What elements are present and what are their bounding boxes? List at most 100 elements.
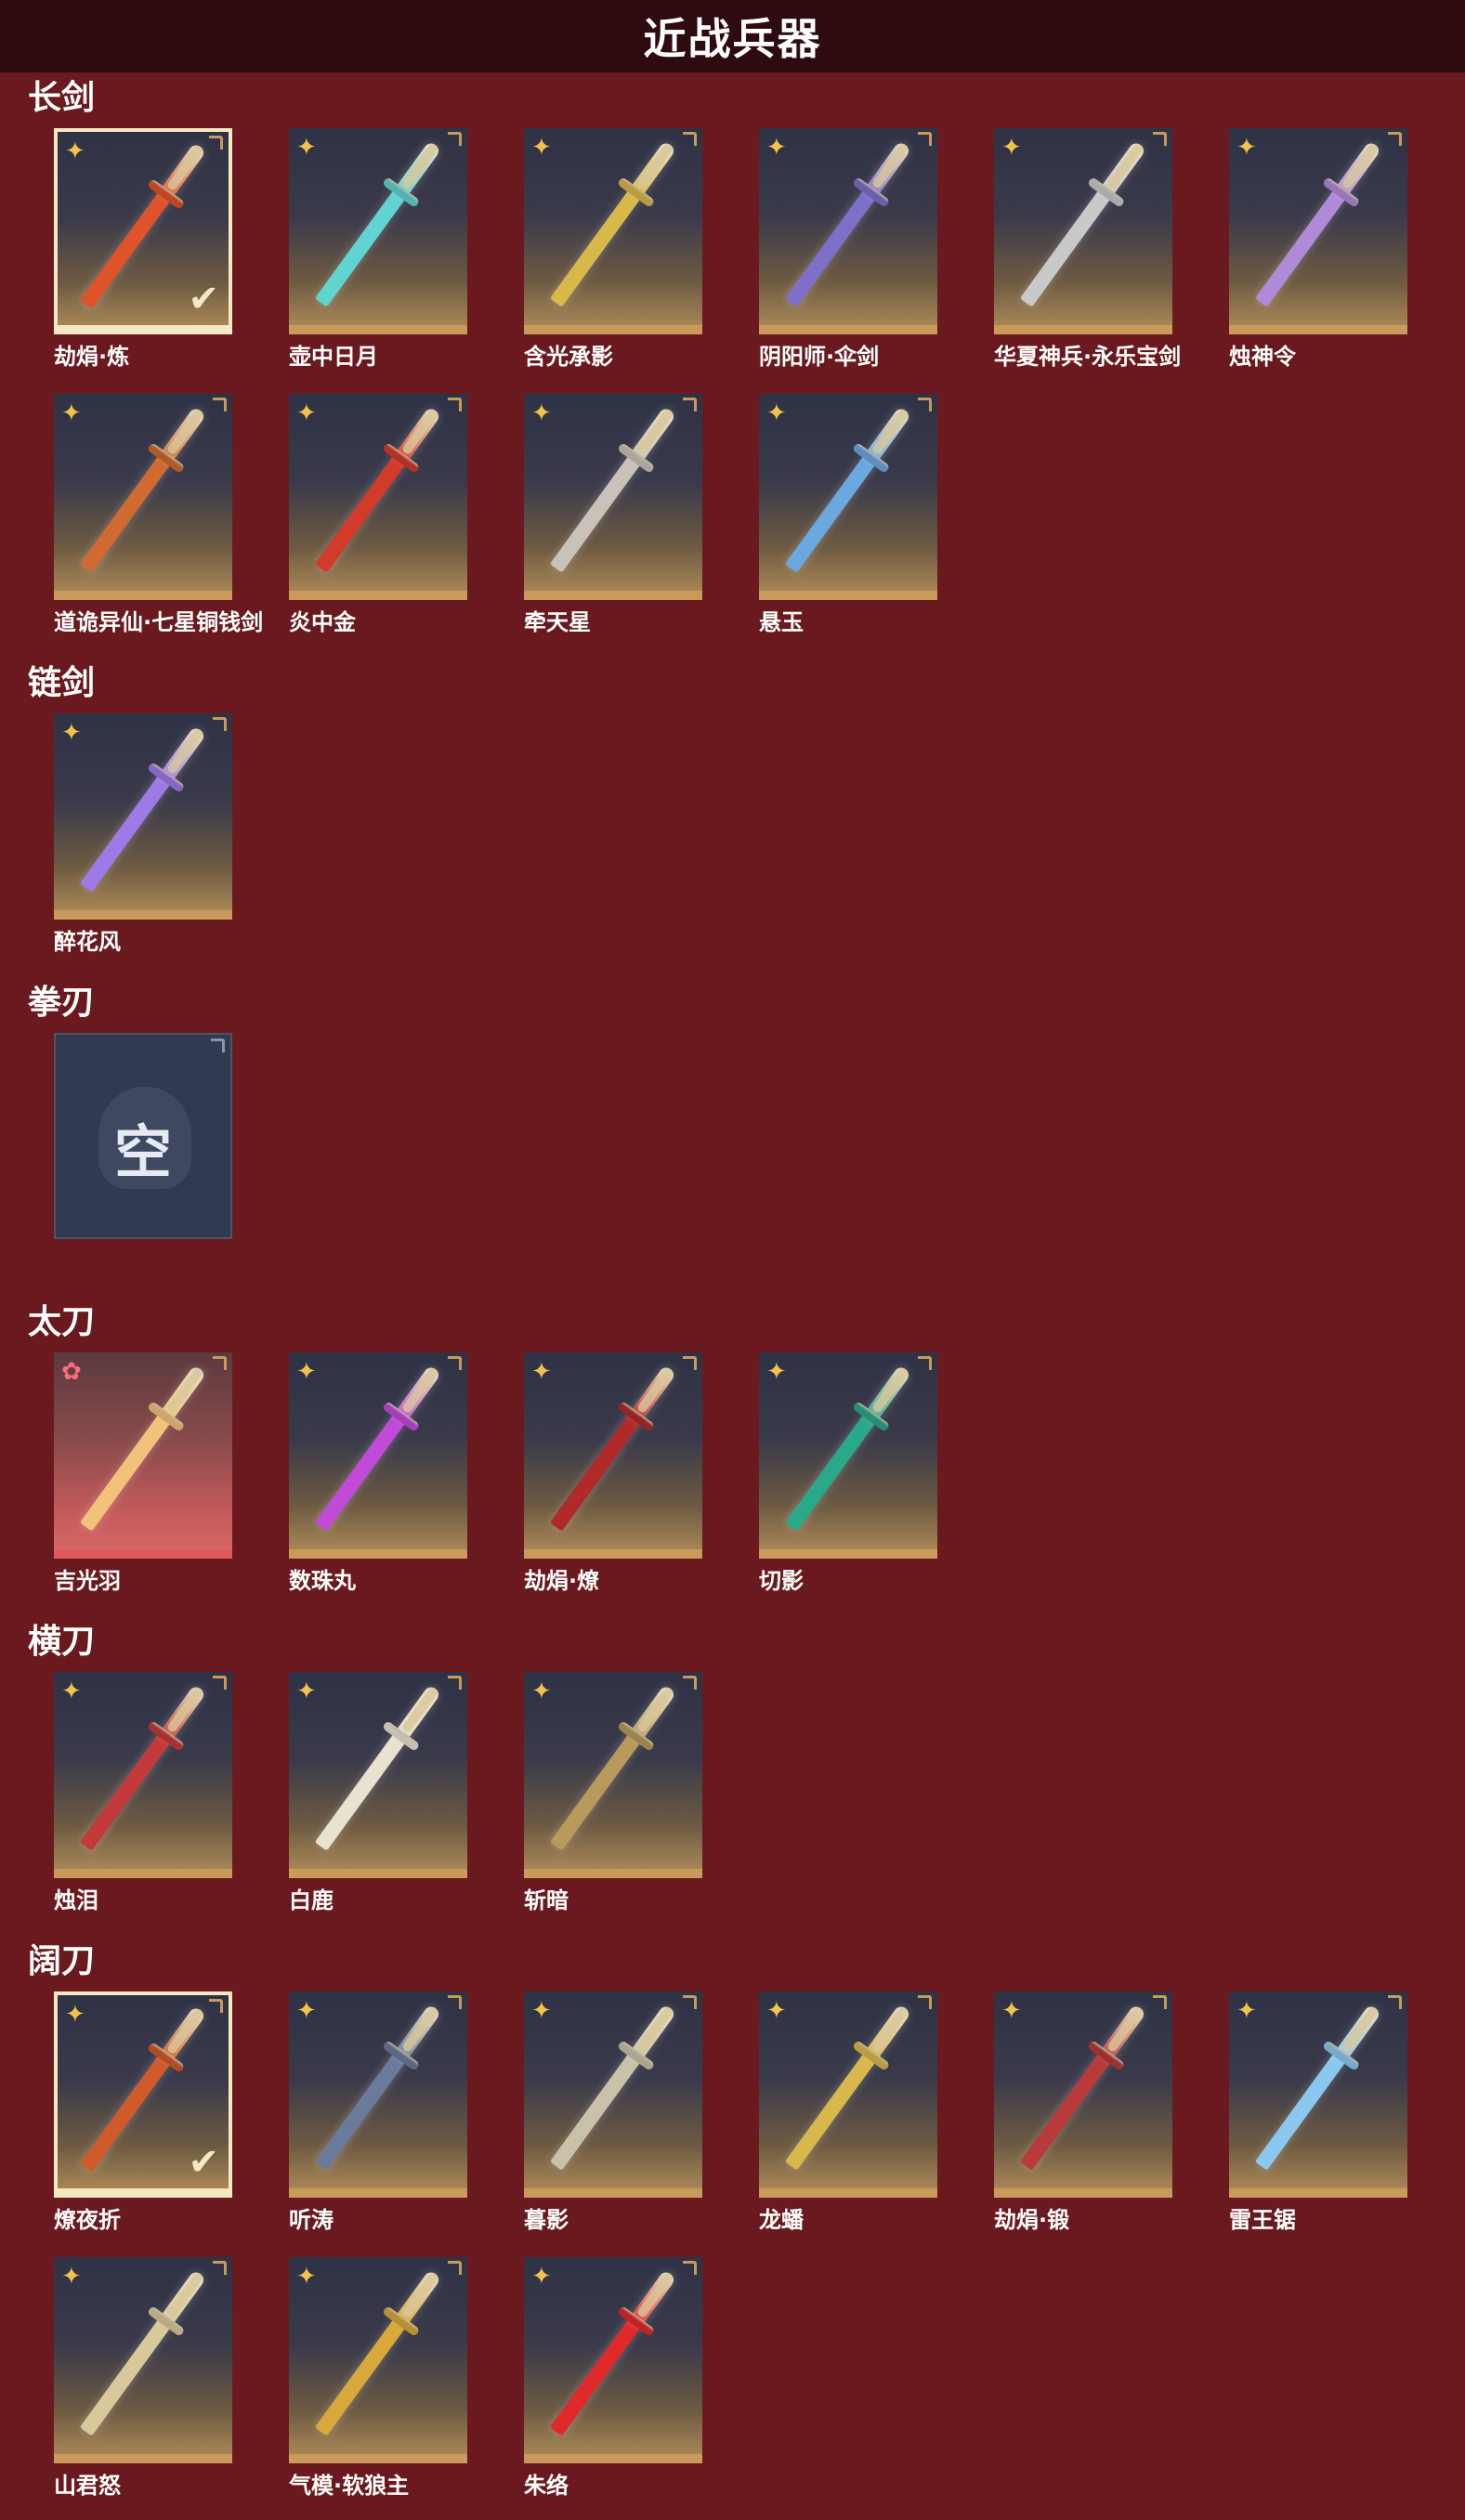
- weapon-name: 朱络: [524, 2473, 569, 2499]
- empty-slot-text: 空: [113, 1118, 172, 1186]
- weapon-card[interactable]: ✦: [759, 1352, 937, 1559]
- star-rarity-icon: ✦: [296, 2263, 317, 2291]
- weapon-item[interactable]: ✦ ✔ 劫焆·炼: [54, 128, 286, 370]
- weapon-item[interactable]: ✦ ✔ 燎夜折: [54, 1991, 286, 2233]
- weapon-item[interactable]: ✦ 白鹿: [289, 1672, 521, 1913]
- weapon-card[interactable]: ✿: [54, 1352, 232, 1559]
- weapon-item[interactable]: ✦ 切影: [759, 1352, 991, 1594]
- weapon-card[interactable]: ✦: [524, 1352, 702, 1559]
- weapon-name: 雷王锯: [1229, 2207, 1296, 2233]
- weapon-item[interactable]: ✦ 暮影: [524, 1991, 756, 2233]
- weapon-card[interactable]: ✦: [289, 1352, 467, 1559]
- weapon-card[interactable]: ✦: [524, 2257, 702, 2463]
- weapon-card[interactable]: ✦: [759, 1991, 937, 2198]
- weapon-item[interactable]: ✦ 牵天星: [524, 394, 756, 635]
- weapon-card[interactable]: ✦: [759, 394, 937, 600]
- weapon-card[interactable]: ✦: [289, 1672, 467, 1878]
- page-title: 近战兵器: [643, 14, 822, 64]
- weapon-item[interactable]: ✦ 劫焆·锻: [994, 1991, 1226, 2233]
- weapon-card[interactable]: ✦ ✔: [54, 1991, 232, 2198]
- empty-slot-card[interactable]: 空: [54, 1033, 232, 1239]
- empty-weapon-slot[interactable]: 空: [54, 1033, 286, 1270]
- star-rarity-icon: ✦: [531, 399, 552, 427]
- weapon-card[interactable]: ✦: [759, 128, 937, 334]
- weapon-item[interactable]: ✦ 含光承影: [524, 128, 756, 370]
- star-rarity-icon: ✦: [296, 1997, 317, 2025]
- weapon-item[interactable]: ✦ 炎中金: [289, 394, 521, 635]
- weapon-item[interactable]: ✦ 听涛: [289, 1991, 521, 2233]
- weapon-card[interactable]: ✦: [994, 1991, 1172, 2198]
- weapon-card[interactable]: ✦: [54, 2257, 232, 2463]
- weapon-item[interactable]: ✦ 醉花风: [54, 713, 286, 955]
- star-rarity-icon: ✦: [61, 399, 82, 427]
- star-rarity-icon: ✦: [766, 1358, 787, 1386]
- weapon-card[interactable]: ✦: [54, 394, 232, 600]
- weapon-name: 壶中日月: [289, 344, 378, 370]
- weapon-item[interactable]: ✦ 朱络: [524, 2257, 756, 2499]
- weapon-name: 斩暗: [524, 1887, 569, 1913]
- weapon-card[interactable]: ✦: [54, 1672, 232, 1878]
- weapon-name: 山君怒: [54, 2473, 121, 2499]
- weapon-icon: [549, 406, 677, 573]
- weapon-item[interactable]: ✿ 吉光羽: [54, 1352, 286, 1594]
- weapon-name: 含光承影: [524, 344, 613, 370]
- weapon-card[interactable]: ✦: [289, 128, 467, 334]
- weapon-item[interactable]: ✦ 悬玉: [759, 394, 991, 635]
- weapon-card[interactable]: ✦: [1229, 1991, 1407, 2198]
- weapon-card[interactable]: ✦ ✔: [54, 128, 232, 334]
- weapon-card[interactable]: ✦: [994, 128, 1172, 334]
- star-rarity-icon: ✦: [1001, 134, 1022, 162]
- weapon-card[interactable]: ✦: [289, 394, 467, 600]
- star-rarity-icon: ✦: [61, 1678, 82, 1705]
- weapon-icon: [314, 1684, 442, 1851]
- weapon-card[interactable]: ✦: [289, 2257, 467, 2463]
- star-rarity-icon: ✦: [766, 1997, 787, 2025]
- weapon-item[interactable]: ✦ 壶中日月: [289, 128, 521, 370]
- weapon-item[interactable]: ✦ 烛泪: [54, 1672, 286, 1913]
- weapon-icon: [1254, 140, 1382, 307]
- weapon-icon: [79, 1684, 207, 1851]
- weapon-item[interactable]: ✦ 斩暗: [524, 1672, 756, 1913]
- weapon-card[interactable]: ✦: [524, 1672, 702, 1878]
- weapon-name: 牵天星: [524, 609, 591, 635]
- checkmark-icon: ✔: [188, 2141, 219, 2184]
- section-title: 阔刀: [28, 1942, 96, 1980]
- weapon-icon: [79, 2269, 207, 2436]
- weapon-item[interactable]: ✦ 道诡异仙·七星铜钱剑: [54, 394, 286, 635]
- weapon-card[interactable]: ✦: [524, 394, 702, 600]
- weapon-card[interactable]: ✦: [524, 128, 702, 334]
- weapon-icon: [1254, 2004, 1382, 2171]
- weapon-name: 阴阳师·伞剑: [759, 344, 880, 370]
- weapon-name: 暮影: [524, 2207, 569, 2233]
- weapon-card[interactable]: ✦: [1229, 128, 1407, 334]
- weapon-name: 听涛: [289, 2207, 334, 2233]
- star-rarity-icon: ✦: [531, 1678, 552, 1705]
- star-rarity-icon: ✦: [1001, 1997, 1022, 2025]
- star-rarity-icon: ✦: [766, 134, 787, 162]
- weapon-icon: [1019, 140, 1147, 307]
- weapon-name: 劫焆·燎: [524, 1568, 600, 1594]
- weapon-card[interactable]: ✦: [524, 1991, 702, 2198]
- weapon-item[interactable]: ✦ 数珠丸: [289, 1352, 521, 1594]
- weapon-icon: [549, 2004, 677, 2171]
- weapon-name: 数珠丸: [289, 1568, 356, 1594]
- weapon-name: 悬玉: [759, 609, 804, 635]
- weapon-card[interactable]: ✦: [54, 713, 232, 920]
- weapon-name: 燎夜折: [54, 2207, 121, 2233]
- weapon-icon: [314, 2269, 442, 2436]
- weapon-item[interactable]: ✦ 气模·软狼主: [289, 2257, 521, 2499]
- weapon-icon: [314, 2004, 442, 2171]
- weapon-name: 烛神令: [1229, 344, 1296, 370]
- weapon-name: 道诡异仙·七星铜钱剑: [54, 609, 264, 635]
- weapon-item[interactable]: ✦ 阴阳师·伞剑: [759, 128, 991, 370]
- weapon-item[interactable]: ✦ 山君怒: [54, 2257, 286, 2499]
- weapon-item[interactable]: ✦ 华夏神兵·永乐宝剑: [994, 128, 1226, 370]
- weapon-item[interactable]: ✦ 烛神令: [1229, 128, 1461, 370]
- weapon-card[interactable]: ✦: [289, 1991, 467, 2198]
- weapon-item[interactable]: ✦ 雷王锯: [1229, 1991, 1461, 2233]
- star-rarity-icon: ✦: [65, 137, 85, 165]
- weapon-item[interactable]: ✦ 龙蟠: [759, 1991, 991, 2233]
- weapon-icon: [784, 406, 912, 573]
- weapon-icon: [314, 406, 442, 573]
- weapon-item[interactable]: ✦ 劫焆·燎: [524, 1352, 756, 1594]
